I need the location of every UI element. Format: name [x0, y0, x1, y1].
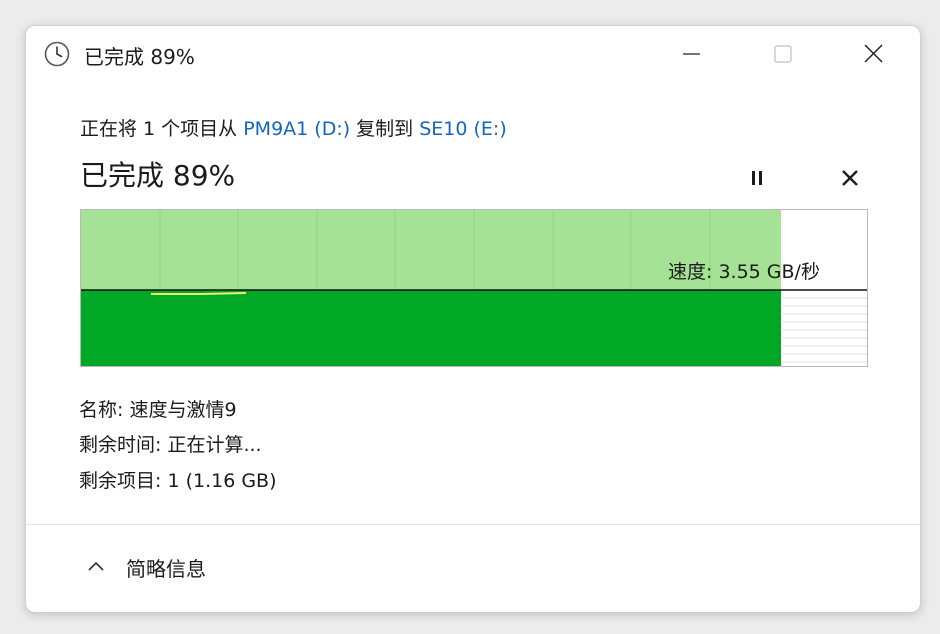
maximize-icon [774, 45, 792, 63]
maximize-button[interactable] [753, 34, 813, 74]
copy-prefix: 正在将 1 个项目从 [80, 118, 244, 140]
speed-label: 速度: 3.55 GB/秒 [668, 261, 820, 283]
fewer-details-label: 简略信息 [126, 557, 206, 581]
progress-percent-label: 已完成 89% [80, 159, 236, 192]
speed-trace [151, 292, 247, 295]
graph-remaining-gridlines [782, 297, 867, 363]
pause-icon [752, 171, 762, 185]
copy-middle: 复制到 [350, 118, 420, 140]
title-bar[interactable]: 已完成 89% [26, 26, 920, 82]
cancel-button[interactable] [834, 162, 866, 194]
cancel-icon [842, 170, 858, 186]
clock-icon [44, 41, 70, 67]
file-name: 名称: 速度与激情9 [79, 399, 237, 421]
speed-graph [80, 209, 868, 367]
speed-graph-canvas [81, 210, 867, 366]
minimize-icon [683, 53, 700, 55]
chevron-up-icon [88, 561, 104, 571]
time-remaining: 剩余时间: 正在计算... [79, 434, 262, 456]
destination-drive-link[interactable]: SE10 (E:) [419, 118, 507, 140]
footer-divider [26, 524, 920, 525]
close-button[interactable] [844, 34, 904, 74]
minimize-button[interactable] [662, 34, 722, 74]
copy-description: 正在将 1 个项目从 PM9A1 (D:) 复制到 SE10 (E:) [80, 114, 507, 141]
source-drive-link[interactable]: PM9A1 (D:) [243, 118, 350, 140]
items-remaining: 剩余项目: 1 (1.16 GB) [79, 470, 277, 492]
pause-button[interactable] [741, 162, 773, 194]
window-title: 已完成 89% [84, 45, 195, 69]
close-icon [864, 44, 883, 63]
progress-fill-area [81, 290, 781, 366]
copy-progress-dialog: 已完成 89% 正在将 1 个项目从 PM9A1 (D:) 复制到 SE10 (… [25, 25, 921, 613]
